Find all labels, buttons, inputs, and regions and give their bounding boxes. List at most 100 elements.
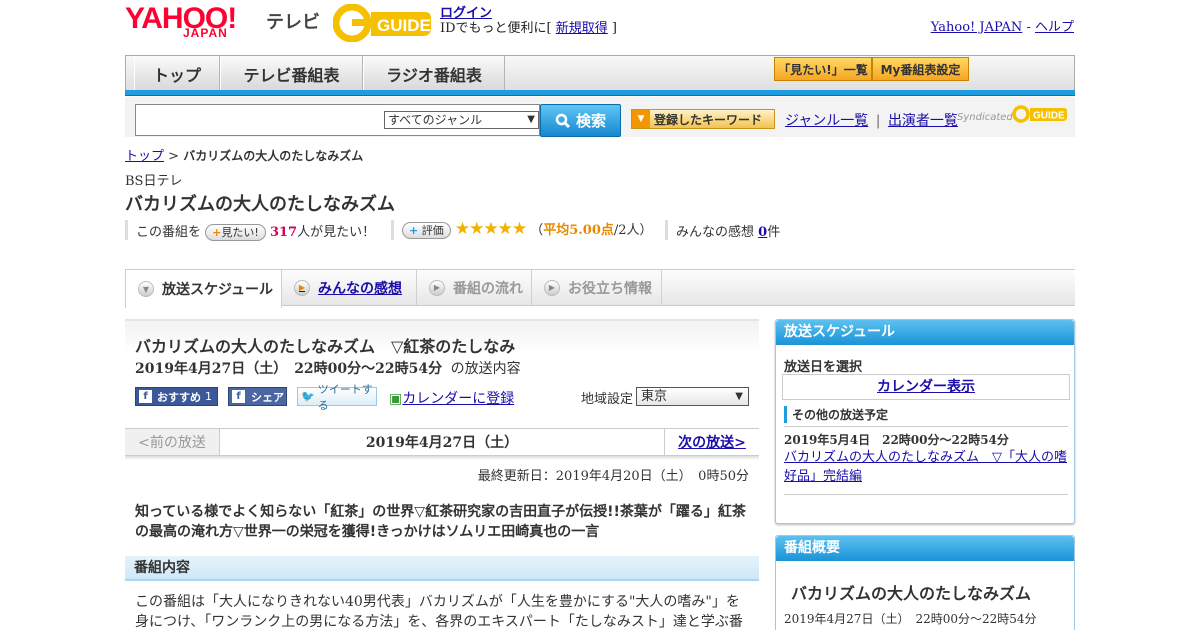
nav-tab-top[interactable]: トップ bbox=[134, 56, 220, 91]
page-title: バカリズムの大人のたしなみズム bbox=[125, 194, 395, 215]
genre-list-link[interactable]: ジャンル一覧 bbox=[785, 113, 868, 129]
add-calendar-link[interactable]: カレンダーに登録 bbox=[402, 391, 514, 407]
twitter-icon: 🐦 bbox=[301, 390, 315, 403]
triangle-down-icon: ▼ bbox=[632, 110, 650, 128]
other-schedule-date: 2019年5月4日 22時00分～22時54分 bbox=[784, 433, 1009, 447]
rate-button[interactable]: + 評価 bbox=[402, 222, 451, 239]
divider bbox=[784, 426, 1068, 427]
breadcrumb-current: バカリズムの大人のたしなみズム bbox=[183, 149, 364, 163]
main-nav: トップ テレビ番組表 ラジオ番組表 「見たい!」一覧 My番組表設定 bbox=[125, 55, 1075, 93]
play-icon: ▶ bbox=[294, 279, 310, 296]
pagination-shadow bbox=[125, 456, 759, 460]
yahoo-japan-logo-text: JAPAN bbox=[183, 26, 228, 40]
facebook-icon: f bbox=[232, 390, 245, 403]
calendar-display-link[interactable]: カレンダー表示 bbox=[877, 379, 975, 395]
search-button-label: 検索 bbox=[575, 112, 606, 130]
tab-info-label: お役立ち情報 bbox=[568, 280, 652, 297]
link-separator: - bbox=[1022, 20, 1035, 35]
login-note-suffix: ] bbox=[607, 21, 617, 36]
login-box: ログイン IDでもっと便利に[ 新規取得 ] bbox=[440, 6, 617, 36]
nav-tab-tv-schedule[interactable]: テレビ番組表 bbox=[220, 56, 363, 91]
region-select[interactable]: 東京 ▼ bbox=[636, 387, 749, 406]
region-label: 地域設定 bbox=[581, 392, 634, 407]
other-schedule-header: その他の放送予定 bbox=[784, 406, 1068, 423]
login-link[interactable]: ログイン bbox=[440, 6, 492, 21]
chevron-down-icon: ▼ bbox=[138, 281, 154, 297]
my-schedule-button[interactable]: My番組表設定 bbox=[872, 57, 969, 81]
overview-box: 番組概要 バカリズムの大人のたしなみズム 2019年4月27日（土） 22時00… bbox=[775, 535, 1075, 630]
prev-broadcast: <前の放送 bbox=[125, 429, 220, 455]
star-rating-icon: ★★★★★ bbox=[454, 219, 527, 239]
dropdown-arrow-icon: ▼ bbox=[735, 391, 743, 402]
search-button[interactable]: 検索 bbox=[540, 104, 621, 137]
genre-select[interactable]: すべてのジャンル ▼ bbox=[384, 111, 539, 129]
episode-title: バカリズムの大人のたしなみズム ▽紅茶のたしなみ bbox=[135, 337, 516, 356]
other-schedule-item: バカリズムの大人のたしなみズム ▽「大人の嗜好品」完結編 bbox=[784, 448, 1069, 486]
tweet-button[interactable]: 🐦 ツイートする bbox=[297, 383, 377, 412]
help-link[interactable]: ヘルプ bbox=[1035, 20, 1074, 35]
facebook-icon: f bbox=[139, 390, 152, 403]
g-guide-small-logo: GUIDE bbox=[1012, 105, 1067, 123]
calendar-add-icon: ▣ bbox=[389, 391, 403, 407]
divider bbox=[784, 494, 1068, 495]
facebook-recommend-button[interactable]: f おすすめ 1 bbox=[135, 387, 218, 406]
section-header-content: 番組内容 bbox=[125, 556, 759, 581]
want-button[interactable]: +見たい! bbox=[205, 224, 266, 241]
next-broadcast: 次の放送> bbox=[664, 429, 759, 455]
tab-reviews-label: みんなの感想 bbox=[318, 280, 402, 297]
tv-logo-text[interactable]: テレビ bbox=[266, 8, 320, 34]
overview-date: 2019年4月27日（土） 22時00分～22時54分 bbox=[784, 612, 1037, 626]
next-broadcast-link[interactable]: 次の放送> bbox=[678, 432, 746, 452]
facebook-share-button[interactable]: f シェア bbox=[228, 387, 287, 406]
tab-flow: ▶ 番組の流れ bbox=[417, 270, 532, 305]
play-icon: ▶ bbox=[429, 279, 445, 296]
want-count: 317 bbox=[269, 225, 298, 240]
login-note-prefix: IDでもっと便利に[ bbox=[440, 21, 556, 36]
channel-name: BS日テレ bbox=[125, 174, 183, 189]
rate-button-label: 評価 bbox=[421, 224, 444, 237]
other-schedule-link[interactable]: バカリズムの大人のたしなみズム ▽「大人の嗜好品」完結編 bbox=[784, 450, 1067, 484]
search-links: ジャンル一覧 | 出演者一覧 bbox=[785, 110, 958, 130]
signup-link[interactable]: 新規取得 bbox=[556, 21, 608, 36]
tab-schedule-label: 放送スケジュール bbox=[162, 282, 274, 298]
syndicated-label: Syndicated bbox=[957, 112, 1013, 123]
schedule-box: 放送スケジュール 放送日を選択 カレンダー表示 その他の放送予定 2019年5月… bbox=[775, 319, 1075, 524]
divider bbox=[391, 220, 394, 240]
search-icon bbox=[555, 113, 571, 128]
registered-keyword-button[interactable]: ▼ 登録したキーワード bbox=[631, 109, 775, 129]
episode-datetime-suffix: の放送内容 bbox=[450, 361, 521, 377]
episode-datetime: 2019年4月27日（土） 22時00分～22時54分 の放送内容 bbox=[135, 358, 521, 378]
nav-accent-bar bbox=[125, 90, 1075, 96]
comments-count-link[interactable]: 0 bbox=[758, 225, 767, 240]
comments-section: みんなの感想 0件 bbox=[676, 221, 780, 240]
search-links-divider: | bbox=[875, 113, 881, 129]
want-prefix: この番組を bbox=[136, 225, 202, 240]
recommend-count: 1 bbox=[205, 390, 212, 403]
rating-average: 平均5.00点 bbox=[543, 223, 614, 238]
schedule-box-header: 放送スケジュール bbox=[776, 320, 1074, 345]
rating-row: この番組を +見たい! 317人が見たい！ + 評価 ★★★★★ （平均5.00… bbox=[125, 219, 825, 241]
select-date-label: 放送日を選択 bbox=[784, 360, 863, 375]
overview-box-header: 番組概要 bbox=[776, 536, 1074, 561]
tab-schedule[interactable]: ▼ 放送スケジュール bbox=[125, 270, 282, 308]
episode-datetime-value: 2019年4月27日（土） 22時00分～22時54分 bbox=[135, 361, 443, 377]
yahoo-japan-link[interactable]: Yahoo! JAPAN bbox=[931, 20, 1023, 35]
tab-reviews[interactable]: ▶ みんなの感想 bbox=[282, 270, 417, 305]
want-suffix: 人が見たい！ bbox=[297, 225, 376, 240]
rating-open: （ bbox=[530, 223, 544, 238]
top-right-links: Yahoo! JAPAN - ヘルプ bbox=[931, 16, 1074, 35]
want-list-button[interactable]: 「見たい!」一覧 bbox=[774, 57, 872, 81]
recommend-label: おすすめ bbox=[157, 390, 201, 404]
region-select-value: 東京 bbox=[641, 389, 668, 404]
current-broadcast-date: 2019年4月27日（土） bbox=[365, 435, 519, 451]
episode-pagination: <前の放送 2019年4月27日（土） 次の放送> bbox=[125, 428, 759, 456]
dropdown-arrow-icon: ▼ bbox=[527, 114, 535, 125]
episode-summary: 知っている様でよく知らない「紅茶」の世界▽紅茶研究家の吉田直子が伝授!!茶葉が「… bbox=[135, 504, 746, 540]
breadcrumb-top-link[interactable]: トップ bbox=[125, 149, 164, 164]
program-tabs: ▼ 放送スケジュール ▶ みんなの感想 ▶ 番組の流れ ▶ お役立ち情報 bbox=[125, 269, 1075, 308]
divider bbox=[125, 220, 128, 240]
rating-section: + 評価 ★★★★★ （平均5.00点/2人） bbox=[402, 219, 653, 239]
want-section: この番組を +見たい! 317人が見たい！ bbox=[136, 221, 375, 241]
performer-list-link[interactable]: 出演者一覧 bbox=[888, 113, 958, 129]
nav-tab-radio-schedule[interactable]: ラジオ番組表 bbox=[363, 56, 505, 91]
